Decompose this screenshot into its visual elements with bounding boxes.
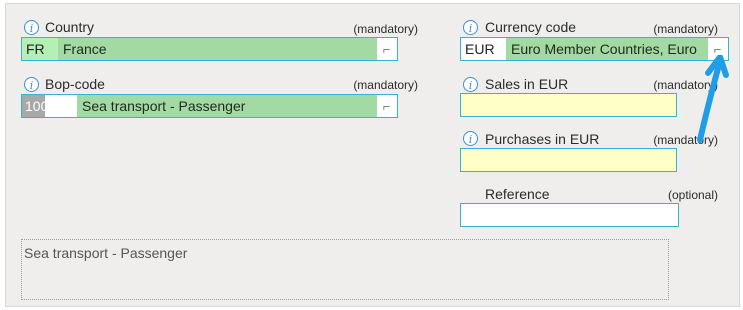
- reference-input[interactable]: [460, 203, 679, 227]
- sales-input[interactable]: [460, 93, 677, 117]
- bop-picker-icon[interactable]: ⌐: [376, 95, 397, 117]
- bop-code[interactable]: 100: [22, 95, 48, 117]
- country-field[interactable]: FR France ⌐: [21, 37, 398, 61]
- sales-info-icon[interactable]: i: [463, 77, 478, 92]
- country-label: Country: [45, 19, 95, 35]
- currency-code[interactable]: EUR: [461, 38, 503, 60]
- description-box: Sea transport - Passenger: [21, 239, 669, 300]
- country-code[interactable]: FR: [22, 38, 58, 60]
- bop-description[interactable]: Sea transport - Passenger: [77, 95, 377, 117]
- reference-label: Reference: [485, 186, 550, 202]
- purchases-input[interactable]: [460, 148, 677, 172]
- reference-requirement: (optional): [667, 188, 718, 202]
- country-picker-icon[interactable]: ⌐: [376, 38, 397, 60]
- purchases-label: Purchases in EUR: [485, 131, 600, 147]
- currency-label: Currency code: [485, 19, 577, 35]
- currency-info-icon[interactable]: i: [463, 20, 478, 35]
- bop-label: Bop-code: [45, 76, 105, 92]
- currency-requirement: (mandatory): [653, 22, 718, 36]
- bop-field[interactable]: 100 Sea transport - Passenger ⌐: [21, 94, 398, 118]
- country-requirement: (mandatory): [353, 22, 418, 36]
- currency-description[interactable]: Euro Member Countries, Euro: [506, 38, 708, 60]
- annotation-arrow-icon: [697, 55, 729, 143]
- currency-field[interactable]: EUR Euro Member Countries, Euro ⌐: [460, 37, 729, 61]
- description-text: Sea transport - Passenger: [24, 245, 188, 261]
- purchases-info-icon[interactable]: i: [463, 131, 478, 146]
- country-info-icon[interactable]: i: [24, 20, 39, 35]
- bop-requirement: (mandatory): [353, 78, 418, 92]
- bop-info-icon[interactable]: i: [24, 77, 39, 92]
- sales-label: Sales in EUR: [485, 76, 569, 92]
- country-description[interactable]: France: [58, 38, 377, 60]
